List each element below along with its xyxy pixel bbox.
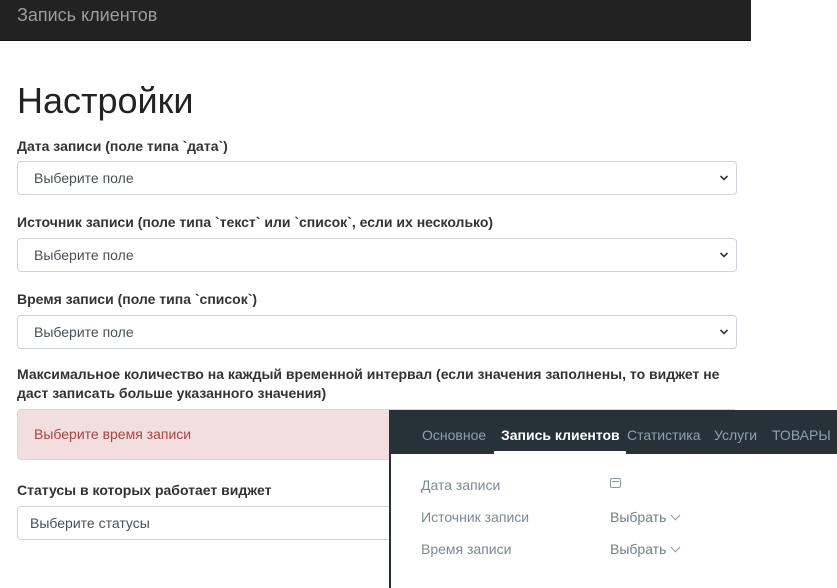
top-navbar: Запись клиентов [0, 0, 751, 41]
row-source-value[interactable]: Выбрать [610, 509, 681, 525]
statuses-placeholder: Выберите статусы [30, 515, 150, 531]
tab-client-booking[interactable]: Запись клиентов [494, 427, 626, 454]
tab-main[interactable]: Основное [422, 427, 486, 443]
field-source-label: Источник записи (поле типа `текст` или `… [17, 214, 494, 230]
field-date-group: Дата записи (поле типа `дата`) Выберите … [17, 137, 737, 195]
field-source-group: Источник записи (поле типа `текст` или `… [17, 213, 737, 272]
tab-products[interactable]: ТОВАРЫ [772, 427, 831, 443]
field-time-value: Выберите поле [34, 324, 134, 340]
chevron-down-icon [670, 542, 681, 553]
field-date-value: Выберите поле [34, 170, 134, 186]
field-date-select[interactable]: Выберите поле [17, 161, 737, 195]
chevron-down-icon [670, 510, 681, 521]
calendar-icon[interactable] [610, 478, 621, 488]
field-date-label: Дата записи (поле типа `дата`) [17, 138, 228, 154]
tab-services[interactable]: Услуги [714, 427, 757, 443]
row-source-text: Выбрать [610, 509, 667, 525]
chevron-down-icon [720, 175, 728, 181]
navbar-brand[interactable]: Запись клиентов [17, 5, 157, 26]
field-source-value: Выберите поле [34, 247, 134, 263]
tab-statistics[interactable]: Статистика [627, 427, 701, 443]
row-date-value[interactable] [610, 475, 621, 491]
row-source-label: Источник записи [421, 509, 530, 525]
widget-tabs: Основное Запись клиентов Статистика Услу… [391, 411, 837, 454]
widget-preview-panel: Основное Запись клиентов Статистика Услу… [389, 410, 837, 588]
page-title: Настройки [17, 80, 194, 121]
row-time-text: Выбрать [610, 541, 667, 557]
field-source-select[interactable]: Выберите поле [17, 238, 737, 272]
max-interval-label-line2: даст записать больше указанного значения… [17, 385, 327, 401]
field-time-group: Время записи (поле типа `список`) Выбери… [17, 290, 737, 349]
field-time-select[interactable]: Выберите поле [17, 315, 737, 349]
row-date-label: Дата записи [421, 477, 501, 493]
max-interval-label-line1: Максимальное количество на каждый времен… [17, 366, 720, 382]
row-time-label: Время записи [421, 541, 512, 557]
chevron-down-icon [720, 329, 728, 335]
row-time-value[interactable]: Выбрать [610, 541, 681, 557]
field-time-label: Время записи (поле типа `список`) [17, 291, 258, 307]
chevron-down-icon [720, 252, 728, 258]
